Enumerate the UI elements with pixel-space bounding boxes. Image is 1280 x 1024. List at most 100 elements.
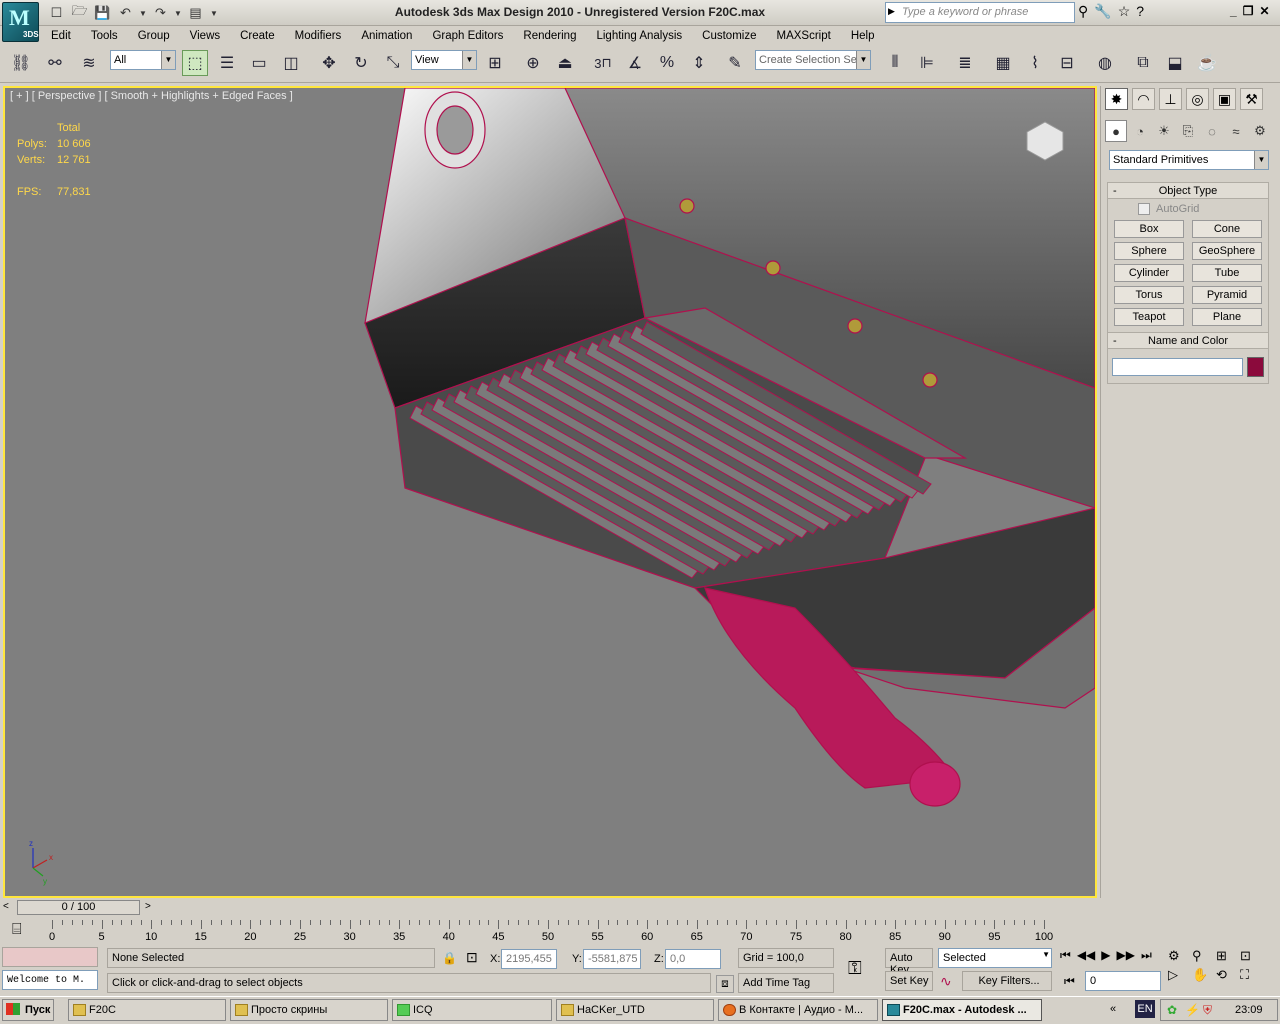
menu-maxscript[interactable]: MAXScript [765, 30, 839, 42]
new-file-icon[interactable]: ☐ [46, 4, 67, 23]
rectangular-selection-icon[interactable]: ▭ [246, 50, 272, 76]
pyramid-button[interactable]: Pyramid [1192, 286, 1262, 304]
named-selection-set-dropdown[interactable]: Create Selection Se ▼ [755, 50, 871, 70]
systems-icon[interactable]: ⚙ [1249, 120, 1271, 142]
communication-center-icon[interactable]: 🔧 [1094, 3, 1111, 20]
zoom-extents-icon[interactable]: ⊡ [1240, 948, 1264, 964]
select-manipulate-icon[interactable]: ⊕ [520, 50, 546, 76]
window-crossing-icon[interactable]: ◫ [278, 50, 304, 76]
hierarchy-tab-icon[interactable]: ⊥ [1159, 88, 1182, 110]
sphere-button[interactable]: Sphere [1114, 242, 1184, 260]
key-mode-toggle-icon[interactable]: ⏮ [1064, 974, 1075, 989]
percent-snap-icon[interactable]: % [654, 50, 680, 76]
primitive-type-dropdown[interactable]: Standard Primitives ▼ [1109, 150, 1269, 170]
select-and-rotate-icon[interactable]: ↻ [348, 50, 374, 76]
taskbar-item-f20c[interactable]: F20C [68, 999, 226, 1021]
tube-button[interactable]: Tube [1192, 264, 1262, 282]
key-mode-dropdown[interactable]: Selected ▼ [938, 948, 1052, 968]
geosphere-button[interactable]: GeoSphere [1192, 242, 1262, 260]
shapes-icon[interactable]: ◔ [1129, 120, 1151, 142]
taskbar-item-hacker[interactable]: HaCKer_UTD [556, 999, 714, 1021]
motion-tab-icon[interactable]: ◎ [1186, 88, 1209, 110]
undo-icon[interactable]: ↶ [115, 4, 136, 23]
render-production-icon[interactable]: ☕ [1194, 50, 1220, 76]
go-to-end-icon[interactable]: ⏭ [1141, 948, 1152, 963]
y-coordinate-field[interactable]: -5581,875 [583, 949, 641, 969]
time-configuration-icon[interactable]: ⚙ [1168, 948, 1192, 964]
menu-edit[interactable]: Edit [40, 30, 80, 42]
favorites-star-icon[interactable]: ☆ [1118, 3, 1131, 20]
x-coordinate-field[interactable]: 2195,455 [501, 949, 557, 969]
taskbar-item-3dsmax[interactable]: F20C.max - Autodesk ... [882, 999, 1042, 1021]
taskbar-item-vkontakte[interactable]: В Контакте | Аудио - M... [718, 999, 878, 1021]
perspective-viewport[interactable]: z x y [ + ] [ Perspective ] [ Smooth + H… [3, 86, 1097, 898]
torus-button[interactable]: Torus [1114, 286, 1184, 304]
pivot-center-icon[interactable]: ⊞ [482, 50, 508, 76]
menu-customize[interactable]: Customize [691, 30, 765, 42]
field-of-view-icon[interactable]: ▷ [1168, 967, 1192, 983]
select-and-scale-icon[interactable]: ⤡ [380, 50, 406, 76]
create-tab-icon[interactable]: ✸ [1105, 88, 1128, 110]
frame-ruler[interactable]: 0 5 10 15 20 25 30 35 40 45 50 55 60 65 70 75 80 85 90 95 10… [49, 920, 1053, 944]
reference-coordinate-dropdown[interactable]: View ▼ [411, 50, 477, 70]
maxscript-listener-top[interactable] [2, 947, 98, 967]
undo-dropdown-icon[interactable]: ▼ [138, 4, 148, 23]
graphite-ribbon-icon[interactable]: ▦ [990, 50, 1016, 76]
language-indicator[interactable]: EN [1135, 1000, 1155, 1018]
material-editor-icon[interactable]: ◍ [1092, 50, 1118, 76]
close-icon[interactable]: ✕ [1259, 4, 1269, 18]
maximize-viewport-icon[interactable]: ⛶ [1240, 967, 1264, 983]
help-icon[interactable]: ? [1136, 3, 1144, 20]
current-frame-field[interactable]: 0 [1085, 971, 1161, 991]
icq-tray-icon[interactable]: ✿ [1167, 1003, 1177, 1017]
object-color-swatch[interactable] [1247, 357, 1264, 377]
select-object-icon[interactable]: ⬚ [182, 50, 208, 76]
next-frame-icon[interactable]: ▶▶ [1117, 948, 1135, 963]
minimize-icon[interactable]: _ [1230, 4, 1237, 18]
name-and-color-header[interactable]: - Name and Color [1108, 333, 1268, 349]
menu-animation[interactable]: Animation [350, 30, 421, 42]
mirror-icon[interactable]: ⫴ [882, 50, 908, 76]
menu-modifiers[interactable]: Modifiers [284, 30, 351, 42]
angle-snap-icon[interactable]: ∡ [622, 50, 648, 76]
antivirus-tray-icon[interactable]: ⛨ [1203, 1003, 1212, 1018]
quick-access-dropdown-icon[interactable]: ▼ [208, 4, 220, 23]
menu-views[interactable]: Views [179, 30, 229, 42]
menu-help[interactable]: Help [840, 30, 884, 42]
helpers-icon[interactable]: ◌ [1201, 120, 1223, 142]
taskbar-expand-icon[interactable]: « [1110, 1003, 1116, 1015]
key-filters-button[interactable]: Key Filters... [962, 971, 1052, 991]
taskbar-item-screenshots[interactable]: Просто скрины [230, 999, 388, 1021]
object-type-header[interactable]: - Object Type [1108, 183, 1268, 199]
z-coordinate-field[interactable]: 0,0 [665, 949, 721, 969]
mini-curve-editor-icon[interactable]: ⌸ [12, 921, 22, 939]
go-to-start-icon[interactable]: ⏮ [1060, 948, 1071, 963]
lights-icon[interactable]: ☀ [1153, 120, 1175, 142]
curve-editor-icon[interactable]: ⌇ [1022, 50, 1048, 76]
rendered-frame-window-icon[interactable]: ⬓ [1162, 50, 1188, 76]
plane-button[interactable]: Plane [1192, 308, 1262, 326]
object-name-input[interactable] [1112, 358, 1244, 376]
geometry-icon[interactable]: ● [1105, 120, 1127, 142]
menu-tools[interactable]: Tools [80, 30, 127, 42]
time-prev-icon[interactable]: < [3, 901, 9, 912]
selection-filter-dropdown[interactable]: All ▼ [110, 50, 176, 70]
align-icon[interactable]: ⊫ [914, 50, 940, 76]
binoculars-icon[interactable]: ⚲ [1078, 3, 1088, 20]
menu-graph-editors[interactable]: Graph Editors [421, 30, 512, 42]
render-setup-icon[interactable]: ⧉ [1130, 50, 1156, 76]
menu-group[interactable]: Group [127, 30, 179, 42]
cameras-icon[interactable]: ⎘ [1177, 120, 1199, 142]
open-file-icon[interactable]: 🗁 [69, 3, 90, 23]
orbit-icon[interactable]: ⟲ [1216, 967, 1240, 983]
maxscript-listener[interactable]: Welcome to M. [2, 970, 98, 990]
cylinder-button[interactable]: Cylinder [1114, 264, 1184, 282]
modify-tab-icon[interactable]: ◠ [1132, 88, 1155, 110]
autogrid-checkbox[interactable]: AutoGrid [1108, 199, 1268, 215]
search-expand-icon[interactable]: ▶ [888, 6, 895, 17]
application-button[interactable]: M 3DS [2, 2, 39, 42]
teapot-button[interactable]: Teapot [1114, 308, 1184, 326]
redo-icon[interactable]: ↷ [150, 4, 171, 23]
keyboard-shortcut-override-icon[interactable]: ⏏ [552, 50, 578, 76]
project-folder-icon[interactable]: ▤ [185, 4, 206, 23]
